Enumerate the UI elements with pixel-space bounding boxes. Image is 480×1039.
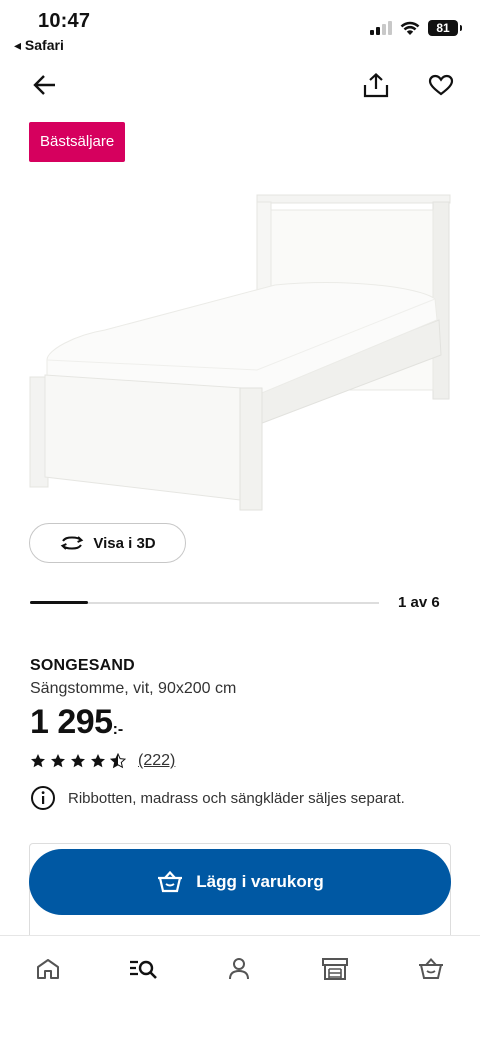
tab-cart[interactable]	[413, 954, 449, 984]
search-icon	[130, 960, 157, 979]
wifi-icon	[400, 21, 420, 35]
person-icon	[229, 958, 249, 980]
status-icons: 81	[370, 20, 462, 36]
back-to-safari-link[interactable]: ◂ Safari	[14, 37, 64, 54]
add-to-cart-button[interactable]: Lägg i varukorg	[29, 849, 451, 915]
cart-icon	[158, 871, 183, 893]
tab-profile[interactable]	[221, 954, 257, 984]
share-button[interactable]	[361, 70, 391, 100]
tab-store[interactable]	[317, 954, 353, 984]
view-in-3d-button[interactable]: Visa i 3D	[29, 523, 186, 563]
favorite-button[interactable]	[425, 70, 457, 100]
star-icon	[51, 754, 65, 768]
rotate-icon	[61, 536, 84, 550]
product-price: 1 295 :-	[30, 703, 123, 742]
star-icon	[31, 754, 45, 768]
product-image[interactable]	[25, 185, 455, 520]
gallery-progress-fill	[30, 601, 89, 604]
star-icon	[91, 754, 105, 768]
back-button[interactable]	[30, 70, 60, 100]
battery-icon: 81	[428, 20, 462, 36]
review-count-link[interactable]: (222)	[138, 752, 175, 770]
price-amount: 1 295	[30, 703, 113, 741]
info-icon	[31, 786, 55, 810]
cart-icon	[419, 958, 443, 979]
rating-stars	[30, 753, 126, 769]
tab-home[interactable]	[30, 954, 66, 984]
heart-icon	[428, 74, 454, 96]
star-icon	[71, 754, 85, 768]
product-name: SONGESAND	[30, 657, 135, 674]
status-time: 10:47	[38, 10, 91, 32]
bottom-tab-bar	[0, 935, 480, 1039]
cellular-signal-icon	[370, 21, 392, 35]
bestseller-badge: Bästsäljare	[29, 122, 126, 162]
gallery-progress	[30, 601, 379, 604]
tab-search[interactable]	[125, 954, 161, 984]
add-to-cart-label: Lägg i varukorg	[196, 872, 324, 891]
product-description: Sängstomme, vit, 90x200 cm	[30, 680, 237, 697]
star-icon	[110, 753, 126, 769]
view-in-3d-label: Visa i 3D	[93, 534, 156, 552]
arrow-left-icon	[33, 75, 55, 95]
product-rating[interactable]: (222)	[30, 752, 175, 770]
store-icon	[322, 958, 348, 980]
gallery-counter: 1 av 6	[398, 594, 440, 611]
price-suffix: :-	[112, 721, 124, 738]
status-bar: 10:47 ◂ Safari 81	[0, 0, 480, 60]
info-text: Ribbotten, madrass och sängkläder säljes…	[68, 789, 405, 807]
share-icon	[363, 73, 389, 98]
home-icon	[37, 959, 59, 979]
info-notice: Ribbotten, madrass och sängkläder säljes…	[30, 785, 405, 811]
